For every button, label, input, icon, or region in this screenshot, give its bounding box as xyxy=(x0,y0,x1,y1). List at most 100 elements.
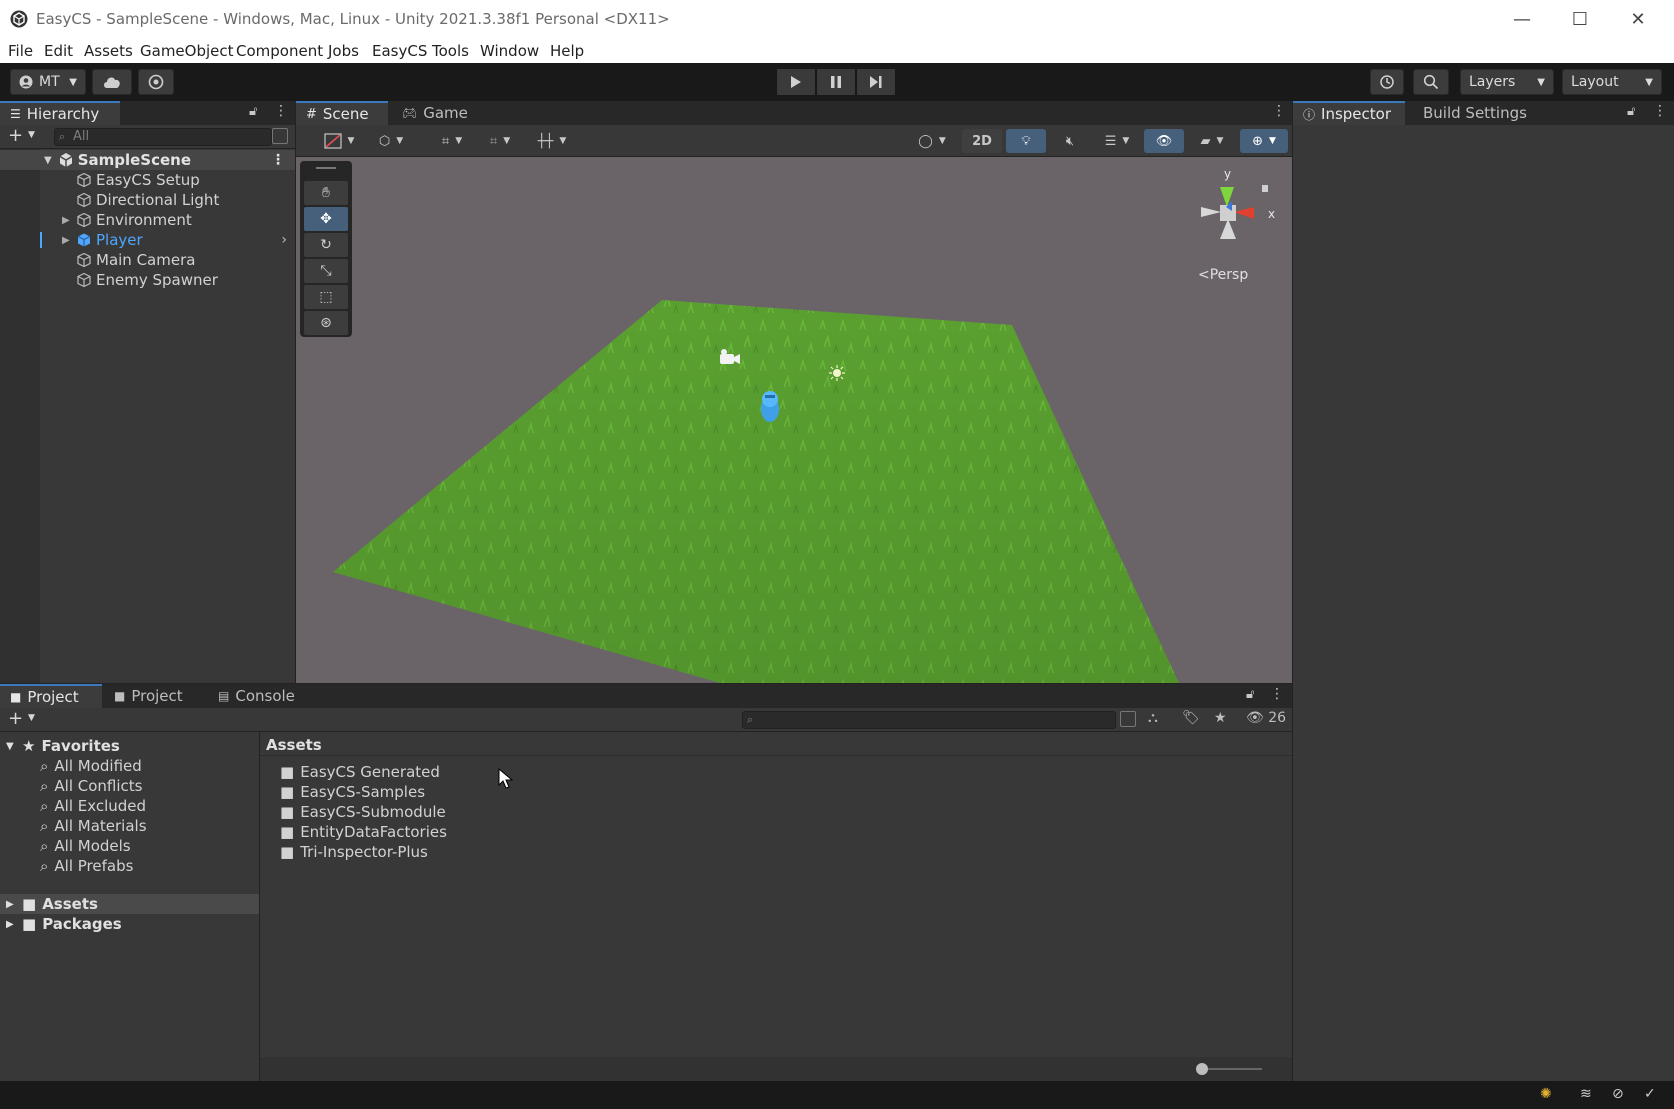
search-button[interactable] xyxy=(1413,69,1449,95)
scene-visibility-button[interactable]: 👁︎ xyxy=(1144,129,1184,153)
filter-by-type-icon[interactable]: ⛬ xyxy=(1148,710,1158,726)
tab-project[interactable]: ■ Project xyxy=(0,684,102,708)
account-dropdown[interactable]: MT ▼ xyxy=(10,69,86,95)
menu-file[interactable]: File xyxy=(8,42,33,60)
check-icon[interactable]: ✓ xyxy=(1644,1086,1656,1102)
icon-size-slider-track[interactable] xyxy=(1200,1068,1262,1070)
menu-component[interactable]: Component xyxy=(236,42,323,60)
favorite-item[interactable]: ⌕ All Materials xyxy=(0,816,259,836)
chevron-right-icon[interactable]: ▶ xyxy=(6,899,22,910)
chevron-down-icon[interactable]: ▼ xyxy=(28,130,35,140)
kebab-menu-icon[interactable]: ⋮ xyxy=(274,103,288,119)
cloud-button[interactable] xyxy=(92,69,132,95)
camera-settings-button[interactable]: ▰ ▼ xyxy=(1188,129,1236,153)
asset-folder[interactable]: ■ EasyCS-Submodule xyxy=(280,802,446,822)
tree-item-assets[interactable]: ▶ ■ Assets xyxy=(0,894,259,914)
tab-build-settings[interactable]: Build Settings xyxy=(1413,101,1553,125)
kebab-menu-icon[interactable]: ⋮ xyxy=(271,152,285,168)
favorite-item[interactable]: ⌕ All Modified xyxy=(0,756,259,776)
kebab-menu-icon[interactable]: ⋮ xyxy=(1272,103,1286,119)
audio-toggle-button[interactable]: 🔇︎ xyxy=(1050,129,1090,153)
hand-tool-button[interactable]: ✋︎ xyxy=(304,181,348,205)
hidden-packages-toggle[interactable]: 👁︎ 26 xyxy=(1246,710,1286,726)
grid-snap-button[interactable]: ⌗ ▼ xyxy=(430,129,474,153)
chevron-right-icon[interactable]: ▶ xyxy=(62,215,76,226)
orientation-gizmo[interactable]: y x <Persp xyxy=(1176,167,1286,287)
hierarchy-item[interactable]: Enemy Spawner xyxy=(0,270,295,290)
hierarchy-search-input[interactable]: ⌕ All xyxy=(54,128,272,146)
kebab-menu-icon[interactable]: ⋮ xyxy=(1270,686,1284,702)
toggle-2d-button[interactable]: 2D xyxy=(962,129,1002,153)
menu-tools[interactable]: Tools xyxy=(432,42,469,60)
step-button[interactable] xyxy=(857,69,895,95)
minimize-icon[interactable]: — xyxy=(1500,6,1544,32)
grid-visibility-button[interactable]: ┼┼ ▼ xyxy=(528,129,576,153)
tab-project-2[interactable]: ■ Project xyxy=(104,684,204,708)
favorite-star-icon[interactable]: ★ xyxy=(1214,710,1227,726)
undo-history-button[interactable] xyxy=(1370,69,1404,95)
menu-help[interactable]: Help xyxy=(550,42,584,60)
tab-inspector[interactable]: ⓘ Inspector xyxy=(1293,101,1405,125)
lock-icon[interactable]: 🔓︎ xyxy=(1627,104,1635,119)
project-search-input[interactable]: ⌕ xyxy=(742,711,1116,729)
scale-tool-button[interactable]: ⤡ xyxy=(304,259,348,283)
effects-button[interactable]: ☰ ▼ xyxy=(1094,129,1140,153)
tab-game[interactable]: 🎮︎ Game xyxy=(392,101,476,125)
hierarchy-item-player[interactable]: ▶ Player › xyxy=(0,230,295,250)
scene-viewport[interactable]: ✋︎ ✥ ↻ ⤡ ⬚ ⊛ y x <Persp xyxy=(296,157,1292,683)
hierarchy-item[interactable]: Main Camera xyxy=(0,250,295,270)
layout-dropdown[interactable]: Layout ▼ xyxy=(1562,69,1662,95)
tab-hierarchy[interactable]: ☰ Hierarchy xyxy=(0,101,120,125)
menu-easycs[interactable]: EasyCS xyxy=(372,42,427,60)
chevron-down-icon[interactable]: ▼ xyxy=(28,713,35,723)
shading-mode-button[interactable]: ⬡ ▼ xyxy=(368,129,414,153)
menu-assets[interactable]: Assets xyxy=(84,42,133,60)
lighting-toggle-button[interactable]: 💡︎ xyxy=(1006,129,1046,153)
drag-handle[interactable] xyxy=(316,167,336,169)
snap-increment-button[interactable]: ⌗ ▼ xyxy=(478,129,522,153)
chevron-right-icon[interactable]: ▶ xyxy=(6,919,22,930)
play-button[interactable] xyxy=(777,69,815,95)
kebab-menu-icon[interactable]: ⋮ xyxy=(1653,103,1667,119)
menu-window[interactable]: Window xyxy=(480,42,539,60)
projection-toggle[interactable]: <Persp xyxy=(1198,267,1248,283)
close-icon[interactable]: ✕ xyxy=(1616,6,1660,32)
cache-server-icon[interactable]: ≋ xyxy=(1580,1086,1592,1102)
auto-generate-lighting-icon[interactable]: ⊘ xyxy=(1612,1086,1624,1102)
favorite-item[interactable]: ⌕ All Excluded xyxy=(0,796,259,816)
chevron-right-icon[interactable]: › xyxy=(281,232,287,248)
gizmos-button[interactable]: ⊕ ▼ xyxy=(1240,129,1288,153)
menu-jobs[interactable]: Jobs xyxy=(328,42,359,60)
hierarchy-item[interactable]: EasyCS Setup xyxy=(0,170,295,190)
favorite-item[interactable]: ⌕ All Models xyxy=(0,836,259,856)
layers-dropdown[interactable]: Layers ▼ xyxy=(1460,69,1554,95)
rotate-tool-button[interactable]: ↻ xyxy=(304,233,348,257)
asset-folder[interactable]: ■ Tri-Inspector-Plus xyxy=(280,842,428,862)
filter-by-label-icon[interactable]: 🏷︎ xyxy=(1182,710,1200,726)
favorite-item[interactable]: ⌕ All Conflicts xyxy=(0,776,259,796)
pause-button[interactable] xyxy=(817,69,855,95)
maximize-icon[interactable]: ☐ xyxy=(1558,6,1602,32)
hierarchy-item[interactable]: Directional Light xyxy=(0,190,295,210)
asset-folder[interactable]: ■ EntityDataFactories xyxy=(280,822,447,842)
icon-size-slider-thumb[interactable] xyxy=(1196,1063,1208,1075)
hierarchy-item[interactable]: ▶ Environment xyxy=(0,210,295,230)
chevron-down-icon[interactable]: ▼ xyxy=(44,155,52,166)
add-icon[interactable]: + xyxy=(8,125,23,146)
menu-gameobject[interactable]: GameObject xyxy=(140,42,234,60)
move-tool-button[interactable]: ✥ xyxy=(304,207,348,231)
menu-edit[interactable]: Edit xyxy=(44,42,73,60)
render-mode-button[interactable]: ◯ ▼ xyxy=(908,129,956,153)
favorite-item[interactable]: ⌕ All Prefabs xyxy=(0,856,259,876)
search-window-icon[interactable] xyxy=(1120,711,1136,727)
lock-icon[interactable]: 🔓︎ xyxy=(249,104,257,119)
draw-mode-button[interactable]: ▼ xyxy=(316,129,362,153)
scene-search-icon[interactable] xyxy=(272,128,288,144)
chevron-down-icon[interactable]: ▼ xyxy=(6,741,22,752)
add-icon[interactable]: + xyxy=(8,708,23,729)
transform-tool-button[interactable]: ⊛ xyxy=(304,311,348,335)
asset-folder[interactable]: ■ EasyCS-Samples xyxy=(280,782,425,802)
asset-folder[interactable]: ■ EasyCS Generated xyxy=(280,762,440,782)
favorites-row[interactable]: ▼ ★ Favorites xyxy=(0,736,259,756)
tree-item-packages[interactable]: ▶ ■ Packages xyxy=(0,914,259,934)
